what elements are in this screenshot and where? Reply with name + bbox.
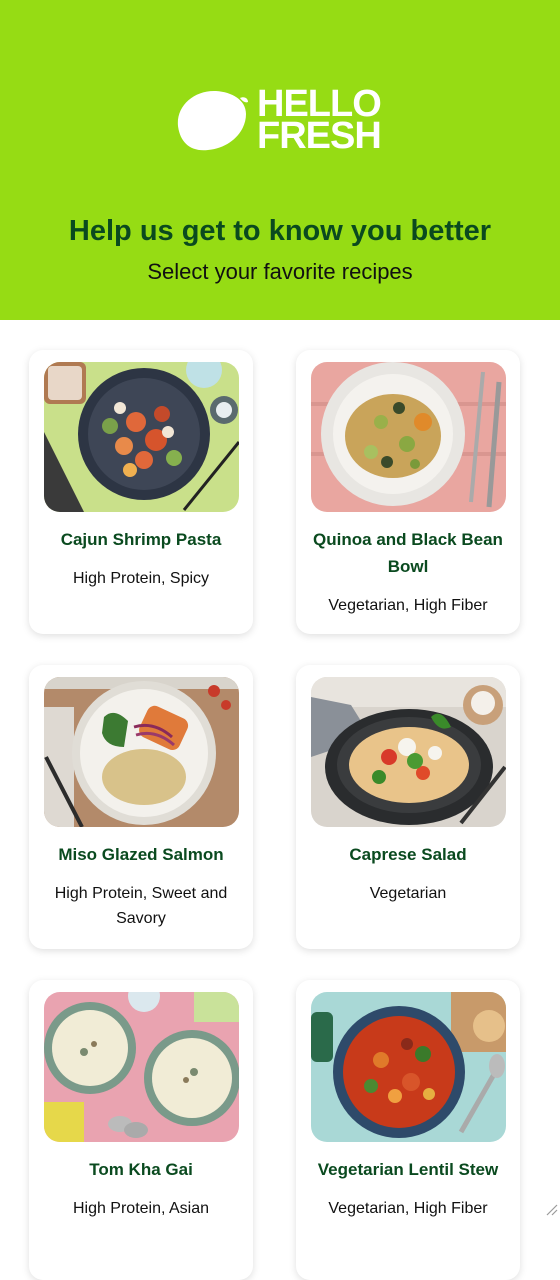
recipe-tags: High Protein, Asian xyxy=(72,1200,210,1217)
recipe-card-caprese-salad[interactable]: Caprese Salad Vegetarian xyxy=(296,665,520,949)
recipe-tags: High Protein, Sweet and Savory xyxy=(54,885,228,927)
hellofresh-logo: HELLO FRESH xyxy=(172,85,392,158)
recipe-card-quinoa-black-bean-bowl[interactable]: Quinoa and Black Bean Bowl Vegetarian, H… xyxy=(296,350,520,634)
header-banner: HELLO FRESH Help us get to know you bett… xyxy=(0,0,560,320)
recipe-title: Tom Kha Gai xyxy=(89,1160,193,1179)
recipe-card-vegetarian-lentil-stew[interactable]: Vegetarian Lentil Stew Vegetarian, High … xyxy=(296,980,520,1280)
recipe-tags: Vegetarian, High Fiber xyxy=(328,1200,488,1217)
recipe-card-miso-glazed-salmon[interactable]: Miso Glazed Salmon High Protein, Sweet a… xyxy=(29,665,253,949)
recipe-card-cajun-shrimp-pasta[interactable]: Cajun Shrimp Pasta High Protein, Spicy xyxy=(29,350,253,634)
recipe-title: Quinoa and Black Bean Bowl xyxy=(313,530,503,576)
recipe-tags: High Protein, Spicy xyxy=(72,570,210,587)
page-subtitle: Select your favorite recipes xyxy=(147,259,413,284)
recipe-image xyxy=(311,992,506,1142)
recipe-image xyxy=(44,677,239,827)
recipe-title: Caprese Salad xyxy=(349,845,467,864)
recipe-title: Cajun Shrimp Pasta xyxy=(60,530,222,549)
lime-icon xyxy=(177,90,248,151)
recipe-tags: Vegetarian xyxy=(369,885,447,902)
recipe-tags: Vegetarian, High Fiber xyxy=(328,597,488,614)
recipe-image xyxy=(44,362,239,512)
resize-grip-icon[interactable] xyxy=(544,1202,558,1216)
logo-wordmark: HELLO FRESH xyxy=(257,85,382,157)
recipe-card-tom-kha-gai[interactable]: Tom Kha Gai High Protein, Asian xyxy=(29,980,253,1280)
recipe-title: Miso Glazed Salmon xyxy=(58,845,224,864)
page-title: Help us get to know you better xyxy=(68,215,492,247)
recipe-image xyxy=(311,677,506,827)
logo-line-2: FRESH xyxy=(257,115,382,157)
recipe-title: Vegetarian Lentil Stew xyxy=(317,1160,499,1179)
recipe-image xyxy=(44,992,239,1142)
recipe-image xyxy=(311,362,506,512)
